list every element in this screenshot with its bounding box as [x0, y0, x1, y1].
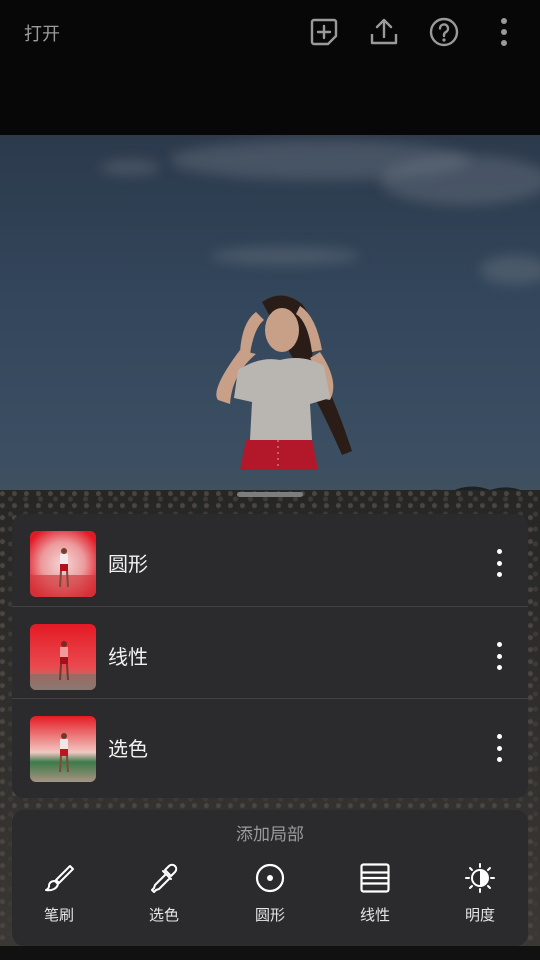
tool-luminance[interactable]: 明度 — [435, 862, 525, 925]
layer-row-linear[interactable]: 线性 — [12, 606, 528, 698]
add-local-panel: 添加局部 笔刷 选色 圆形 线性 明度 — [12, 810, 528, 946]
tool-radial[interactable]: 圆形 — [225, 862, 315, 925]
layer-label: 选色 — [108, 737, 148, 761]
help-icon[interactable] — [426, 14, 462, 50]
eyedropper-icon — [151, 863, 178, 893]
tool-label: 圆形 — [254, 906, 285, 924]
luminance-icon — [465, 863, 495, 893]
tool-label: 笔刷 — [43, 906, 74, 924]
layer-thumbnail — [30, 716, 96, 782]
open-button[interactable]: 打开 — [24, 20, 60, 46]
add-local-title: 添加局部 — [236, 825, 304, 845]
layer-label: 线性 — [108, 645, 148, 669]
layer-more-icon[interactable] — [486, 549, 512, 577]
tool-linear[interactable]: 线性 — [330, 862, 420, 925]
bottom-toolbar-peek — [0, 946, 540, 960]
tool-brush[interactable]: 笔刷 — [14, 862, 104, 925]
linear-icon — [360, 863, 390, 893]
layer-label: 圆形 — [108, 552, 148, 576]
tool-label: 选色 — [148, 906, 179, 924]
layer-row-color[interactable]: 选色 — [12, 698, 528, 790]
add-layer-icon[interactable] — [306, 14, 342, 50]
sheet-drag-handle[interactable] — [237, 492, 303, 497]
tool-label: 线性 — [359, 906, 390, 924]
layer-more-icon[interactable] — [486, 734, 512, 762]
export-icon[interactable] — [366, 14, 402, 50]
more-vertical-icon[interactable] — [486, 14, 522, 50]
brush-icon — [45, 865, 74, 892]
tool-label: 明度 — [464, 906, 495, 924]
layer-row-radial[interactable]: 圆形 — [12, 514, 528, 605]
layer-thumbnail — [30, 531, 96, 597]
local-layers-panel: 圆形 线性 选色 — [12, 514, 528, 798]
layer-more-icon[interactable] — [486, 642, 512, 670]
tool-color-select[interactable]: 选色 — [119, 862, 209, 925]
top-bar: 打开 — [0, 0, 540, 135]
layer-thumbnail — [30, 624, 96, 690]
radial-icon — [255, 863, 285, 893]
